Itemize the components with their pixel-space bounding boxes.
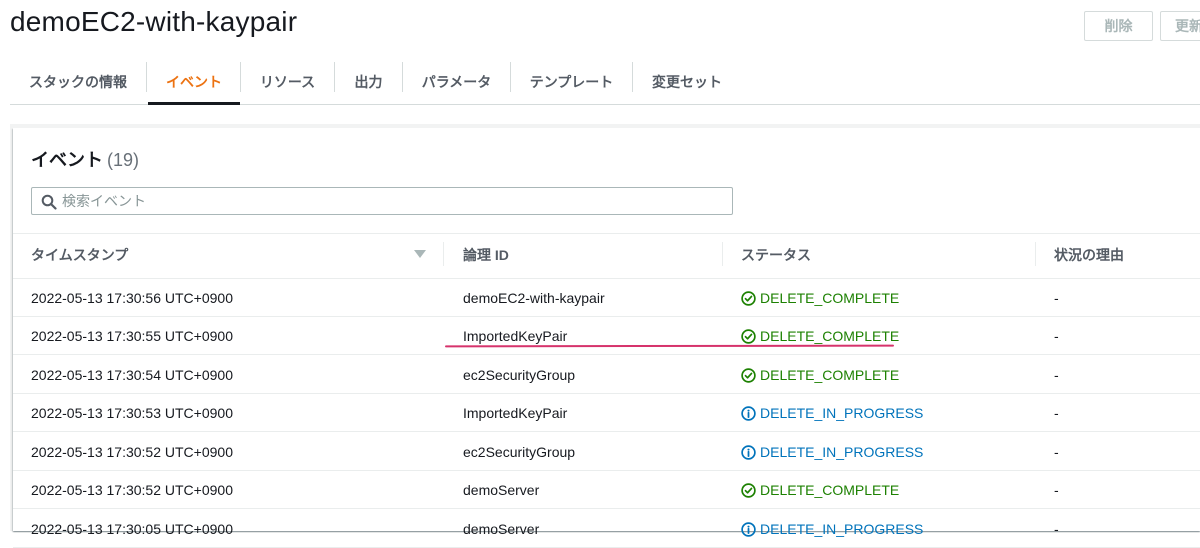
tab-resources[interactable]: リソース bbox=[241, 60, 334, 104]
reason-cell: - bbox=[1054, 367, 1059, 383]
delete-button[interactable]: 削除 bbox=[1084, 11, 1153, 41]
tab-bar: スタックの情報 イベント リソース 出力 パラメータ テンプレート 変更セット bbox=[10, 60, 1200, 105]
search-icon bbox=[41, 194, 57, 210]
timestamp-cell: 2022-05-13 17:30:55 UTC+0900 bbox=[31, 328, 233, 344]
tab-events[interactable]: イベント bbox=[148, 60, 240, 105]
table-row[interactable]: 2022-05-13 17:30:52 UTC+0900 demoServer … bbox=[13, 471, 1200, 509]
tab-parameters[interactable]: パラメータ bbox=[403, 60, 510, 104]
timestamp-cell: 2022-05-13 17:30:53 UTC+0900 bbox=[31, 405, 233, 421]
reason-cell: - bbox=[1054, 290, 1059, 306]
status-text: DELETE_COMPLETE bbox=[760, 328, 900, 344]
check-circle-icon bbox=[741, 482, 756, 498]
column-divider bbox=[443, 242, 444, 266]
timestamp-cell: 2022-05-13 17:30:05 UTC+0900 bbox=[31, 521, 233, 537]
status-cell: DELETE_COMPLETE bbox=[741, 356, 899, 394]
table-row[interactable]: 2022-05-13 17:30:05 UTC+0900 demoServer … bbox=[13, 510, 1200, 548]
search-input[interactable] bbox=[62, 188, 722, 214]
page-title: demoEC2-with-kaypair bbox=[10, 6, 298, 37]
status-cell: DELETE_IN_PROGRESS bbox=[741, 394, 923, 432]
tab-outputs[interactable]: 出力 bbox=[335, 60, 402, 104]
info-circle-icon bbox=[741, 444, 756, 460]
info-circle-icon bbox=[741, 521, 756, 537]
reason-cell: - bbox=[1054, 328, 1059, 344]
table-row[interactable]: 2022-05-13 17:30:52 UTC+0900 ec2Security… bbox=[13, 433, 1200, 471]
events-heading-label: イベント bbox=[31, 150, 103, 170]
reason-cell: - bbox=[1054, 405, 1059, 421]
update-button[interactable]: 更新 bbox=[1160, 11, 1200, 41]
column-header-timestamp[interactable]: タイムスタンプ bbox=[31, 245, 128, 265]
status-cell: DELETE_IN_PROGRESS bbox=[741, 510, 923, 548]
status-text: DELETE_COMPLETE bbox=[760, 367, 900, 383]
reason-cell: - bbox=[1054, 521, 1059, 537]
table-top-divider bbox=[13, 233, 1200, 234]
table-row[interactable]: 2022-05-13 17:30:53 UTC+0900 ImportedKey… bbox=[13, 394, 1200, 432]
status-cell: DELETE_IN_PROGRESS bbox=[741, 433, 923, 471]
logical-id-cell: ec2SecurityGroup bbox=[463, 367, 576, 383]
events-count: (19) bbox=[107, 150, 140, 170]
status-text: DELETE_COMPLETE bbox=[760, 290, 900, 306]
column-header-logical-id[interactable]: 論理 ID bbox=[463, 245, 509, 265]
timestamp-cell: 2022-05-13 17:30:52 UTC+0900 bbox=[31, 482, 233, 498]
tab-change-sets[interactable]: 変更セット bbox=[633, 60, 741, 104]
column-divider bbox=[1035, 242, 1036, 266]
reason-cell: - bbox=[1054, 482, 1059, 498]
logical-id-cell: demoServer bbox=[463, 482, 540, 498]
timestamp-cell: 2022-05-13 17:30:54 UTC+0900 bbox=[31, 367, 233, 383]
logical-id-cell: ec2SecurityGroup bbox=[463, 444, 576, 460]
tab-template[interactable]: テンプレート bbox=[511, 60, 632, 104]
info-circle-icon bbox=[741, 405, 756, 421]
logical-id-cell: ImportedKeyPair bbox=[463, 405, 568, 421]
search-box[interactable] bbox=[31, 187, 733, 215]
timestamp-cell: 2022-05-13 17:30:56 UTC+0900 bbox=[31, 290, 233, 306]
table-row[interactable]: 2022-05-13 17:30:55 UTC+0900 ImportedKey… bbox=[13, 317, 1200, 355]
status-text: DELETE_IN_PROGRESS bbox=[760, 521, 924, 537]
tab-stack-info[interactable]: スタックの情報 bbox=[10, 60, 146, 104]
column-header-reason[interactable]: 状況の理由 bbox=[1054, 245, 1124, 265]
status-text: DELETE_IN_PROGRESS bbox=[760, 444, 924, 460]
logical-id-cell: demoServer bbox=[463, 521, 540, 537]
logical-id-cell: demoEC2-with-kaypair bbox=[463, 290, 605, 306]
events-heading: イベント (19) bbox=[31, 146, 139, 172]
status-cell: DELETE_COMPLETE bbox=[741, 279, 899, 317]
check-circle-icon bbox=[741, 367, 756, 383]
column-header-status[interactable]: ステータス bbox=[741, 245, 811, 265]
table-row[interactable]: 2022-05-13 17:30:54 UTC+0900 ec2Security… bbox=[13, 356, 1200, 394]
timestamp-cell: 2022-05-13 17:30:52 UTC+0900 bbox=[31, 444, 233, 460]
reason-cell: - bbox=[1054, 444, 1059, 460]
logical-id-cell: ImportedKeyPair bbox=[463, 328, 568, 344]
tab-divider bbox=[146, 62, 147, 92]
status-text: DELETE_COMPLETE bbox=[760, 482, 900, 498]
status-cell: DELETE_COMPLETE bbox=[741, 471, 899, 509]
check-circle-icon bbox=[741, 290, 756, 306]
column-divider bbox=[722, 242, 723, 266]
check-circle-icon bbox=[741, 328, 756, 344]
table-row[interactable]: 2022-05-13 17:30:56 UTC+0900 demoEC2-wit… bbox=[13, 279, 1200, 317]
status-text: DELETE_IN_PROGRESS bbox=[760, 405, 924, 421]
status-cell: DELETE_COMPLETE bbox=[741, 317, 899, 355]
caret-down-icon[interactable] bbox=[414, 250, 426, 258]
